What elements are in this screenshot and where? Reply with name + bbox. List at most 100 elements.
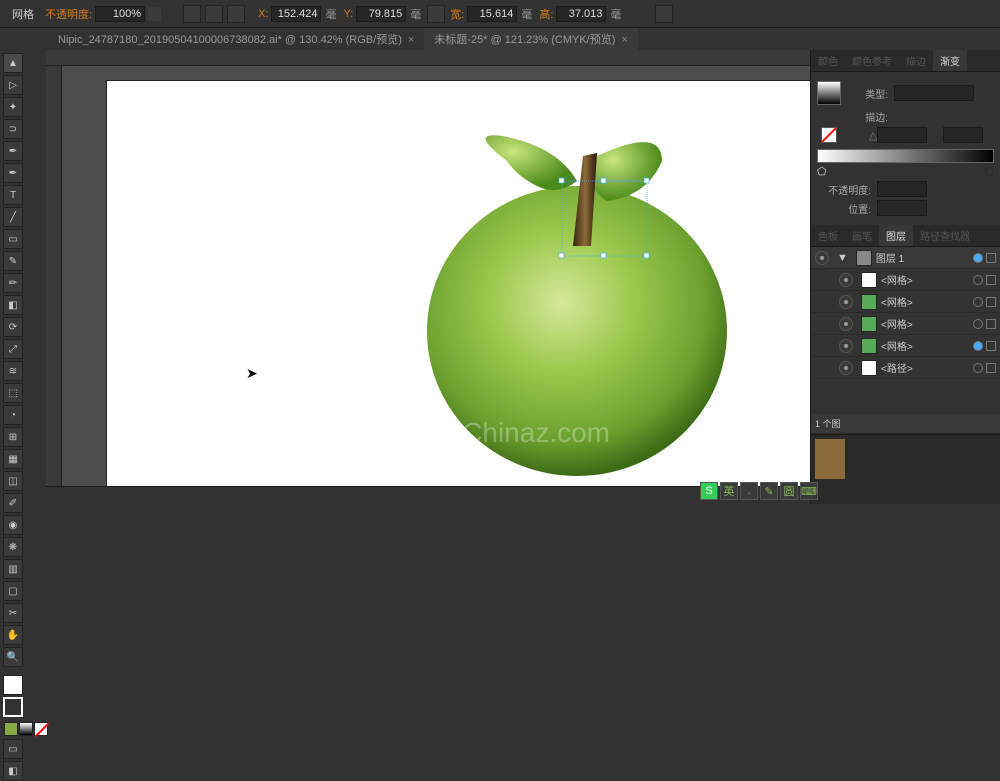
scale-tool[interactable]: ⤢ [3, 339, 23, 359]
gradient-preview[interactable] [817, 81, 841, 105]
visibility-icon[interactable] [815, 251, 829, 265]
doc-tab[interactable]: Nipic_24787180_20190504100006738082.ai* … [48, 28, 424, 50]
locate-icon[interactable] [940, 417, 954, 431]
type-tool[interactable]: T [3, 185, 23, 205]
target-icon[interactable] [973, 253, 983, 263]
align-icon[interactable] [205, 5, 223, 23]
w-input[interactable]: 15.614 [467, 6, 517, 22]
pen-tool[interactable]: ✒ [3, 141, 23, 161]
gradient-tool[interactable]: ◫ [3, 471, 23, 491]
eraser-tool[interactable]: ◧ [3, 295, 23, 315]
slice-tool[interactable]: ✂ [3, 603, 23, 623]
link-icon[interactable] [427, 5, 445, 23]
doc-tab[interactable]: 未标题-25* @ 121.23% (CMYK/预览)× [424, 28, 638, 50]
mesh-tool[interactable]: ▦ [3, 449, 23, 469]
visibility-icon[interactable] [839, 295, 853, 309]
close-icon[interactable]: × [621, 34, 627, 46]
visibility-icon[interactable] [839, 361, 853, 375]
ime-btn[interactable]: . [740, 482, 758, 500]
ime-btn[interactable]: S [700, 482, 718, 500]
selection-tool[interactable]: ▲ [3, 53, 23, 73]
panel-tab-pathfinder[interactable]: 路径查找器 [913, 225, 977, 246]
ruler-horizontal[interactable] [46, 50, 810, 66]
gradient-type-select[interactable] [894, 85, 974, 101]
visibility-icon[interactable] [839, 317, 853, 331]
aspect-icon[interactable] [927, 127, 943, 143]
angle-input[interactable] [877, 127, 927, 143]
rectangle-tool[interactable]: ▭ [3, 229, 23, 249]
gradient-stop[interactable]: ⬠ [817, 165, 827, 178]
target-icon[interactable] [973, 319, 983, 329]
select-icon[interactable] [986, 319, 996, 329]
new-sublayer-icon[interactable] [954, 417, 968, 431]
panel-tab-stroke[interactable]: 描边 [899, 50, 933, 71]
panel-tab-colorguide[interactable]: 颜色参考 [845, 50, 899, 71]
panel-tab-swatches[interactable]: 色板 [811, 225, 845, 246]
layer-row[interactable]: <网格> [811, 313, 1000, 335]
artboard[interactable] [106, 80, 810, 490]
opacity-dropdown[interactable] [147, 7, 161, 21]
target-icon[interactable] [973, 297, 983, 307]
stroke-swatch[interactable] [3, 697, 23, 717]
panel-tab-gradient[interactable]: 渐变 [933, 50, 967, 71]
perspective-tool[interactable]: ⊞ [3, 427, 23, 447]
lasso-tool[interactable]: ⊃ [3, 119, 23, 139]
panel-tab-color[interactable]: 颜色 [811, 50, 845, 71]
ime-btn[interactable]: ✎ [760, 482, 778, 500]
layer-row[interactable]: ▼ 图层 1 [811, 247, 1000, 269]
select-icon[interactable] [986, 253, 996, 263]
stop-opacity[interactable] [877, 181, 927, 197]
stop-position[interactable] [877, 200, 927, 216]
opacity-input[interactable]: 100% [95, 6, 145, 22]
screen-mode[interactable]: ▭ [3, 739, 23, 759]
visibility-icon[interactable] [839, 273, 853, 287]
gradient-mode[interactable] [19, 722, 33, 736]
ruler-vertical[interactable] [46, 66, 62, 504]
gradient-stop[interactable]: ⬠ [984, 165, 994, 178]
width-tool[interactable]: ≋ [3, 361, 23, 381]
free-transform-tool[interactable]: ⬚ [3, 383, 23, 403]
aspect-input[interactable] [943, 127, 983, 143]
panel-icon[interactable] [655, 5, 673, 23]
stroke-mode[interactable] [926, 108, 942, 124]
symbol-tool[interactable]: ❋ [3, 537, 23, 557]
y-input[interactable]: 79.815 [356, 6, 406, 22]
visibility-icon[interactable] [839, 339, 853, 353]
swatch-thumb[interactable] [815, 439, 845, 479]
panel-tab-brushes[interactable]: 画笔 [845, 225, 879, 246]
layer-row[interactable]: <网格> [811, 291, 1000, 313]
stroke-mode[interactable] [894, 108, 910, 124]
layer-row[interactable]: <网格> [811, 335, 1000, 357]
layer-row[interactable]: <网格> [811, 269, 1000, 291]
delete-icon[interactable] [982, 417, 996, 431]
x-input[interactable]: 152.424 [271, 6, 321, 22]
new-layer-icon[interactable] [968, 417, 982, 431]
ime-btn[interactable]: 英 [720, 482, 738, 500]
line-tool[interactable]: ╱ [3, 207, 23, 227]
layer-row[interactable]: <路径> [811, 357, 1000, 379]
h-input[interactable]: 37.013 [556, 6, 606, 22]
magic-wand-tool[interactable]: ✦ [3, 97, 23, 117]
hand-tool[interactable]: ✋ [3, 625, 23, 645]
align-icon[interactable] [183, 5, 201, 23]
pencil-tool[interactable]: ✏ [3, 273, 23, 293]
fill-swatch[interactable] [3, 675, 23, 695]
color-mode[interactable] [4, 722, 18, 736]
canvas[interactable]: ➤ Chinaz.com [46, 50, 810, 504]
rotate-tool[interactable]: ⟳ [3, 317, 23, 337]
gradient-slider[interactable] [817, 149, 994, 163]
transform-icon[interactable] [227, 5, 245, 23]
panel-tab-layers[interactable]: 图层 [879, 225, 913, 246]
target-icon[interactable] [973, 363, 983, 373]
blend-tool[interactable]: ◉ [3, 515, 23, 535]
zoom-tool[interactable]: 🔍 [3, 647, 23, 667]
direct-selection-tool[interactable]: ▷ [3, 75, 23, 95]
select-icon[interactable] [986, 363, 996, 373]
select-icon[interactable] [986, 341, 996, 351]
close-icon[interactable]: × [408, 34, 414, 46]
target-icon[interactable] [973, 341, 983, 351]
brush-tool[interactable]: ✎ [3, 251, 23, 271]
none-mode[interactable] [34, 722, 48, 736]
add-anchor-tool[interactable]: ✒ [3, 163, 23, 183]
shape-builder-tool[interactable]: ◔ [3, 405, 23, 425]
